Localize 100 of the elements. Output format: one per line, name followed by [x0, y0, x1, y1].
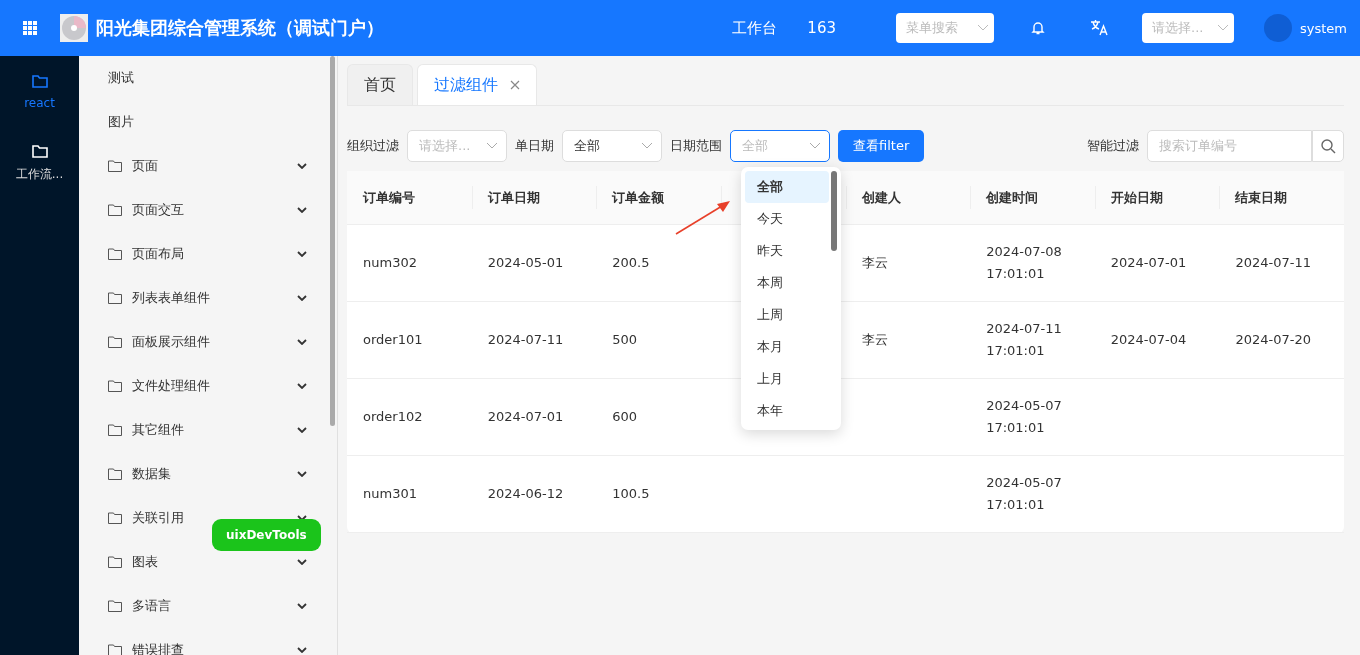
table-cell-text: 2024-07-08 17:01:01 — [986, 243, 1063, 283]
table-cell-text: 李云 — [861, 254, 888, 272]
column-header: 创建时间 — [986, 188, 1039, 207]
column-header: 开始日期 — [1110, 188, 1163, 207]
chevron-down-icon — [297, 207, 307, 213]
sidebar-item[interactable]: 数据集 — [132, 465, 171, 483]
table-cell-text: order102 — [363, 408, 423, 426]
table-cell-text: num301 — [363, 485, 417, 503]
dropdown-option[interactable]: 本年 — [745, 395, 829, 427]
chevron-down-icon — [297, 647, 307, 653]
close-icon[interactable] — [510, 80, 520, 90]
chevron-down-icon — [297, 163, 307, 169]
sidebar-item[interactable]: 页面交互 — [132, 201, 184, 219]
sidebar-item[interactable]: 多语言 — [132, 597, 171, 615]
column-header: 订单日期 — [487, 188, 540, 207]
folder-icon — [108, 160, 122, 172]
table-cell-text: 2024-07-11 17:01:01 — [986, 320, 1063, 360]
table-cell-text: 500 — [612, 331, 638, 349]
sidebar-item[interactable]: 文件处理组件 — [132, 377, 210, 395]
app-title: 阳光集团综合管理系统（调试门户） — [96, 16, 384, 40]
folder-icon — [108, 468, 122, 480]
table-cell-text: 2024-05-07 17:01:01 — [986, 474, 1063, 514]
chevron-down-icon — [297, 339, 307, 345]
filter-select[interactable]: 全部 — [562, 130, 662, 162]
column-header: 订单金额 — [612, 188, 665, 207]
table-cell-text: 100.5 — [612, 485, 650, 503]
chevron-down-icon — [297, 383, 307, 389]
scrollbar-thumb[interactable] — [831, 171, 837, 251]
table-cell-text: 2024-07-01 — [487, 408, 564, 426]
folder-icon — [108, 512, 122, 524]
bell-icon[interactable] — [1030, 20, 1046, 36]
folder-icon — [108, 204, 122, 216]
dropdown-option[interactable]: 全部 — [745, 171, 829, 203]
dropdown-option[interactable]: 上周 — [745, 299, 829, 331]
table-cell-text: 2024-07-11 — [1235, 254, 1311, 272]
chevron-down-icon — [486, 142, 498, 150]
table-cell-text: 2024-07-11 — [487, 331, 564, 349]
translate-icon[interactable] — [1090, 19, 1108, 37]
folder-icon — [108, 424, 122, 436]
folder-icon — [108, 292, 122, 304]
dropdown-option[interactable]: 本周 — [745, 267, 829, 299]
dropdown-option[interactable]: 昨天 — [745, 235, 829, 267]
sidebar-item[interactable]: 图表 — [132, 553, 158, 571]
table-cell-text: 2024-07-20 — [1235, 331, 1311, 349]
dropdown-option[interactable]: 上月 — [745, 363, 829, 395]
tab[interactable]: 过滤组件 — [417, 64, 537, 105]
folder-icon — [108, 600, 122, 612]
table-cell-text: 2024-05-01 — [487, 254, 564, 272]
sidebar-item[interactable]: 面板展示组件 — [132, 333, 210, 351]
apps-grid-icon[interactable] — [23, 21, 37, 35]
search-icon — [1320, 138, 1336, 154]
table-cell-text: num302 — [363, 254, 417, 272]
folder-icon — [31, 74, 48, 88]
dropdown-option[interactable]: 本月 — [745, 331, 829, 363]
filter-label: 智能过滤 — [1087, 137, 1139, 155]
scrollbar-thumb[interactable] — [330, 56, 335, 426]
chevron-down-icon — [297, 515, 307, 521]
chevron-down-icon — [297, 603, 307, 609]
sidebar-item[interactable]: 图片 — [108, 113, 134, 131]
folder-icon — [108, 644, 122, 655]
sidebar-item[interactable]: 其它组件 — [132, 421, 184, 439]
dropdown-option[interactable]: 今天 — [745, 203, 829, 235]
sidebar-item[interactable]: 关联引用 — [132, 509, 184, 527]
column-header: 结束日期 — [1235, 188, 1288, 207]
chevron-down-icon — [297, 251, 307, 257]
filter-label: 单日期 — [515, 137, 554, 155]
tab[interactable]: 首页 — [347, 64, 413, 105]
header-link[interactable]: 工作台 — [732, 18, 778, 38]
folder-icon — [108, 380, 122, 392]
search-button[interactable] — [1312, 130, 1344, 162]
chevron-down-icon — [297, 559, 307, 565]
disc-logo-icon — [60, 14, 88, 42]
user-name[interactable]: system — [1300, 20, 1347, 36]
column-header: 创建人 — [861, 188, 901, 207]
filter-label: 日期范围 — [670, 137, 722, 155]
module-item[interactable]: react — [0, 74, 79, 144]
header-link[interactable]: 163 — [807, 19, 836, 37]
folder-icon — [108, 248, 122, 260]
chevron-down-icon — [809, 142, 821, 150]
folder-icon — [31, 144, 48, 158]
chevron-down-icon — [1217, 24, 1229, 32]
chevron-down-icon — [641, 142, 653, 150]
sidebar-item[interactable]: 页面 — [132, 157, 158, 175]
chevron-down-icon — [297, 427, 307, 433]
module-item[interactable]: 工作流... — [0, 144, 79, 214]
chevron-down-icon — [977, 24, 989, 32]
table-cell-text: 2024-05-07 17:01:01 — [986, 397, 1063, 437]
table-cell-text: 2024-07-01 — [1110, 254, 1187, 272]
sidebar-item[interactable]: 页面布局 — [132, 245, 184, 263]
column-header: 订单编号 — [363, 188, 415, 207]
table-cell-text: order101 — [363, 331, 423, 349]
folder-icon — [108, 556, 122, 568]
query-button[interactable]: 查看filter — [838, 130, 925, 162]
sidebar-item[interactable]: 列表表单组件 — [132, 289, 210, 307]
sidebar-item[interactable]: 测试 — [108, 69, 134, 87]
table-cell-text: 2024-07-04 — [1110, 331, 1187, 349]
folder-icon — [108, 336, 122, 348]
chevron-down-icon — [297, 471, 307, 477]
table-cell-text: 600 — [612, 408, 638, 426]
table-cell-text: 200.5 — [612, 254, 650, 272]
